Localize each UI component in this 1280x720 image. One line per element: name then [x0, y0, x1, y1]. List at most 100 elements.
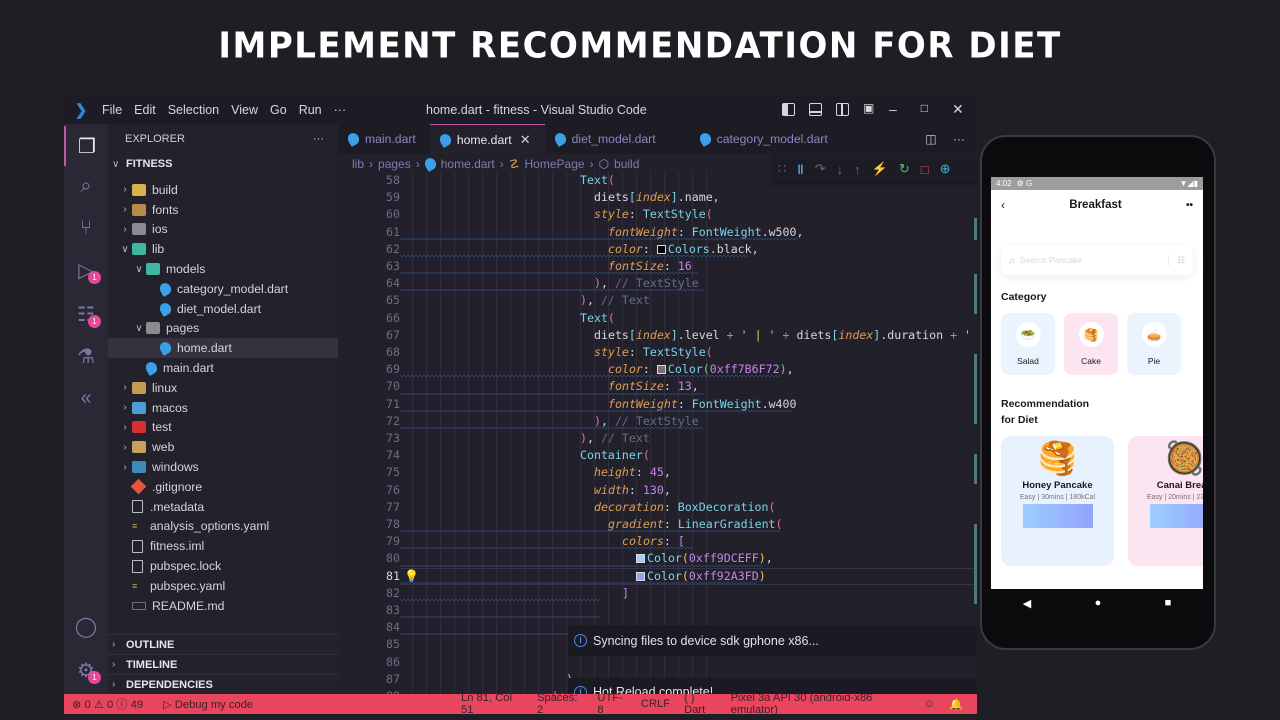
close-window-button[interactable]: ✕ [952, 101, 964, 118]
breadcrumb-method[interactable]: build [614, 157, 639, 171]
tree-item[interactable]: .gitignore [108, 477, 338, 497]
tab-diet-model-dart[interactable]: diet_model.dart [545, 124, 670, 154]
category-card[interactable]: 🥞 Cake [1064, 313, 1118, 375]
tree-item[interactable]: diet_model.dart [108, 299, 338, 319]
code-line[interactable]: 70 fontSize: 13, [338, 378, 977, 396]
device-selector[interactable]: Pixel 3a API 30 (android-x86 emulator) [731, 692, 910, 714]
encoding[interactable]: UTF-8 [597, 692, 627, 714]
testing-icon[interactable]: ⚗ [64, 336, 108, 376]
tree-item[interactable]: › macos [108, 398, 338, 418]
breadcrumb-class[interactable]: HomePage [525, 157, 585, 171]
tree-item[interactable]: ∨ pages [108, 319, 338, 339]
code-line[interactable]: 60 style: TextStyle( [338, 206, 977, 223]
tab-main-dart[interactable]: main.dart [338, 124, 430, 154]
menu-edit[interactable]: Edit [130, 103, 164, 117]
code-line[interactable]: 71 fontWeight: FontWeight.w400 [338, 396, 977, 413]
diet-card[interactable]: 🥞 Honey Pancake Easy | 30mins | 180kCal [1001, 436, 1114, 566]
code-line[interactable]: 77 decoration: BoxDecoration( [338, 499, 977, 516]
category-card[interactable]: 🥧 Pie [1127, 313, 1181, 375]
code-line[interactable]: 86 [338, 654, 977, 671]
settings-gear-icon[interactable]: ⚙ 1 [64, 650, 108, 690]
devtools-icon[interactable]: ⊕ [940, 161, 951, 177]
menu-more[interactable]: ··· [330, 103, 355, 117]
project-section-header[interactable]: ∨ FITNESS [108, 154, 338, 174]
account-icon[interactable]: ◯ [64, 606, 108, 646]
nav-recents-button[interactable]: ■ [1165, 597, 1172, 609]
feedback-icon[interactable]: ☺ [924, 698, 935, 710]
breadcrumb-pages[interactable]: pages [378, 157, 411, 171]
code-line[interactable]: 61 fontWeight: FontWeight.w500, [338, 224, 977, 241]
explorer-more-button[interactable]: ··· [313, 133, 324, 145]
more-dots-icon[interactable]: •• [1186, 200, 1193, 211]
code-line[interactable]: 78 gradient: LinearGradient( [338, 516, 977, 534]
tree-item[interactable]: › ios [108, 220, 338, 240]
code-line[interactable]: 80 Color(0xff9DCEFF), [338, 550, 977, 568]
tree-item[interactable]: ∨ lib [108, 239, 338, 259]
run-debug-icon[interactable]: ▷ 1 [64, 250, 108, 290]
code-line[interactable]: 72), // TextStyle [338, 413, 977, 430]
filter-icon[interactable]: ☷ [1168, 254, 1185, 266]
tree-item[interactable]: pubspec.lock [108, 556, 338, 576]
hot-reload-icon[interactable]: ⚡ [872, 161, 888, 177]
notification-syncing[interactable]: i Syncing files to device sdk gphone x86… [568, 625, 977, 656]
code-line[interactable]: 66 Text( [338, 310, 977, 327]
menu-view[interactable]: View [227, 103, 266, 117]
tree-item[interactable]: › windows [108, 457, 338, 477]
line-ending[interactable]: CRLF [641, 698, 670, 710]
tree-item[interactable]: main.dart [108, 358, 338, 378]
flutter-icon[interactable]: « [64, 378, 108, 418]
tree-item[interactable]: .metadata [108, 497, 338, 517]
category-card[interactable]: 🥗 Salad [1001, 313, 1055, 375]
maximize-button[interactable]: □ [921, 101, 928, 118]
extensions-icon[interactable]: ☷ 1 [64, 294, 108, 334]
tree-item[interactable]: README.md [108, 596, 338, 616]
code-line[interactable]: 65), // Text [338, 292, 977, 309]
customize-layout-icon[interactable]: ▣ [863, 101, 874, 116]
breadcrumb-lib[interactable]: lib [352, 157, 364, 171]
timeline-panel[interactable]: › TIMELINE [108, 654, 338, 674]
code-line[interactable]: 83 [338, 602, 977, 620]
outline-panel[interactable]: › OUTLINE [108, 634, 338, 654]
code-line[interactable]: 68 style: TextStyle( [338, 344, 977, 361]
debug-status[interactable]: ▷ Debug my code [163, 698, 253, 711]
search-icon[interactable]: ⌕ [64, 166, 108, 206]
tree-item[interactable]: ≡ pubspec.yaml [108, 576, 338, 596]
menu-selection[interactable]: Selection [164, 103, 227, 117]
code-line[interactable]: 67 diets[index].level + ' | ' + diets[ind… [338, 327, 977, 344]
menu-run[interactable]: Run [295, 103, 330, 117]
tab-home-dart[interactable]: home.dart ✕ [429, 124, 545, 154]
indentation[interactable]: Spaces: 2 [537, 692, 583, 714]
cursor-position[interactable]: Ln 81, Col 51 [461, 692, 523, 714]
code-line[interactable]: 79 colors: [ [338, 533, 977, 551]
toggle-panel-icon[interactable] [809, 103, 822, 116]
code-line[interactable]: 62 color: Colors.black, [338, 241, 977, 258]
tree-item[interactable]: › web [108, 437, 338, 457]
step-into-icon[interactable]: ↓ [837, 162, 844, 177]
scrollbar[interactable] [974, 218, 977, 240]
step-out-icon[interactable]: ↑ [854, 162, 861, 177]
close-tab-icon[interactable]: ✕ [520, 132, 531, 148]
split-editor-icon[interactable]: ◫ [925, 132, 937, 146]
tree-item[interactable]: › build [108, 180, 338, 200]
stop-icon[interactable]: □ [921, 162, 929, 177]
source-control-icon[interactable]: ⑂ [64, 208, 108, 248]
tree-item[interactable]: ≡ analysis_options.yaml [108, 517, 338, 537]
code-line[interactable]: 75 height: 45, [338, 464, 977, 481]
toggle-primary-sidebar-icon[interactable] [782, 103, 795, 116]
nav-back-button[interactable]: ◀ [1023, 597, 1031, 610]
tree-item[interactable]: category_model.dart [108, 279, 338, 299]
drag-handle-icon[interactable]: ∷ [778, 161, 786, 177]
step-over-icon[interactable]: ↷ [815, 161, 826, 177]
dependencies-panel[interactable]: › DEPENDENCIES [108, 674, 338, 694]
restart-icon[interactable]: ↻ [899, 161, 910, 177]
search-field[interactable]: ⌕ Search Pancake ☷ [1001, 245, 1193, 275]
tree-item[interactable]: › fonts [108, 200, 338, 220]
editor-more-actions-icon[interactable]: ··· [953, 132, 965, 146]
nav-home-button[interactable]: ● [1095, 597, 1102, 609]
tree-item[interactable]: ∨ models [108, 259, 338, 279]
tab-category-model-dart[interactable]: category_model.dart [670, 124, 842, 154]
back-arrow-icon[interactable]: ‹ [1001, 198, 1005, 212]
code-line[interactable]: 74 Container( [338, 447, 977, 464]
problems-indicator[interactable]: ⊗ 0 ⚠ 0 ⓘ 49 [72, 696, 143, 712]
code-line[interactable]: 63 fontSize: 16 [338, 258, 977, 276]
